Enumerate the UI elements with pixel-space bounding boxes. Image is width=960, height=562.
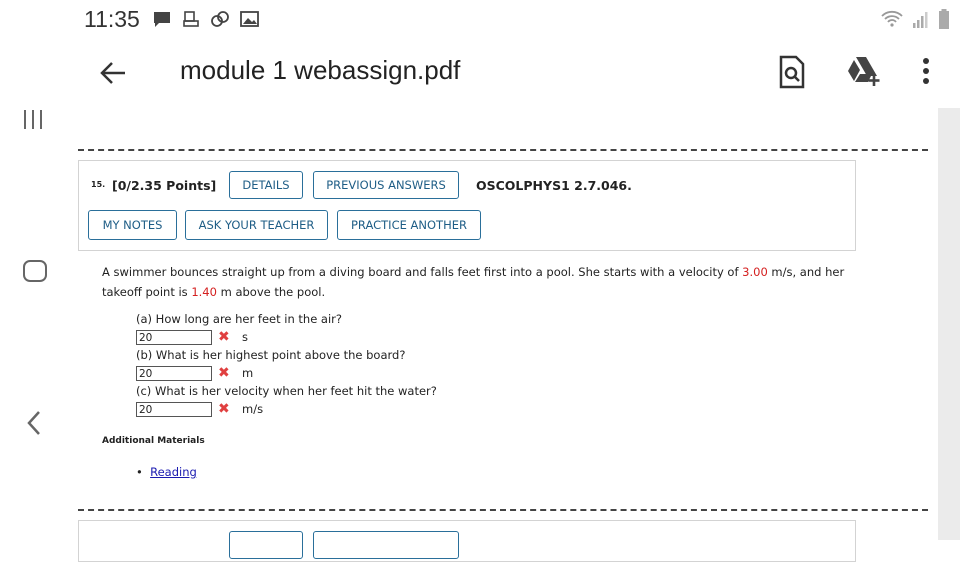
scanner-icon [183,11,199,27]
additional-materials-heading: Additional Materials [102,436,205,446]
drive-add-icon[interactable] [845,55,883,87]
android-nav-bar [0,0,72,540]
scrollbar[interactable] [938,108,960,540]
part-c-answer-field[interactable]: 20 [136,401,212,417]
question-header: 15. [0/2.35 Points] DETAILS PREVIOUS ANS… [78,160,856,251]
question-points: [0/2.35 Points] [112,178,217,193]
velocity-value: 3.00 [742,265,768,279]
home-icon[interactable] [23,260,47,282]
problem-statement: A swimmer bounces straight up from a div… [102,265,845,299]
part-a-answer-field[interactable]: 20 [136,329,212,345]
pdf-document-view[interactable]: 15. [0/2.35 Points] DETAILS PREVIOUS ANS… [72,108,938,562]
reading-list-item: • Reading [136,465,197,479]
status-time: 11:35 [84,6,140,32]
message-icon [154,12,170,27]
link-icon [211,11,229,27]
ask-your-teacher-button[interactable]: ASK YOUR TEACHER [185,210,328,240]
my-notes-button[interactable]: MY NOTES [88,210,177,240]
recents-icon[interactable] [24,110,44,130]
practice-another-button[interactable]: PRACTICE ANOTHER [337,210,481,240]
more-vert-icon[interactable] [922,57,930,85]
part-a-question: (a) How long are her feet in the air? [136,312,343,326]
details-button[interactable]: DETAILS [229,171,303,199]
reading-link[interactable]: Reading [150,465,197,479]
part-b-question: (b) What is her highest point above the … [136,348,406,362]
part-c-unit: m/s [242,402,264,416]
status-bar: 11:35 [72,0,960,40]
part-b-unit: m [242,366,254,380]
next-details-button[interactable] [229,531,303,559]
next-question-header [78,520,856,562]
nav-back-icon[interactable] [26,410,42,436]
back-arrow-icon[interactable] [98,58,128,88]
incorrect-icon: ✖ [218,329,230,345]
wifi-icon [881,10,903,27]
next-previous-answers-button[interactable] [313,531,459,559]
image-icon [240,11,259,27]
signal-icon [913,12,928,28]
question-code: OSCOLPHYS1 2.7.046. [476,178,632,193]
previous-answers-button[interactable]: PREVIOUS ANSWERS [313,171,459,199]
height-value: 1.40 [191,285,217,299]
bullet-icon: • [136,465,143,479]
part-b-answer-field[interactable]: 20 [136,365,212,381]
search-in-document-icon[interactable] [778,55,806,89]
incorrect-icon: ✖ [218,401,230,417]
app-bar: module 1 webassign.pdf [72,40,960,109]
part-a-unit: s [242,330,248,344]
dashed-divider [78,509,928,511]
incorrect-icon: ✖ [218,365,230,381]
battery-icon [939,9,949,29]
question-parts: (a) How long are her feet in the air? 20… [136,310,437,418]
question-number: 15. [91,180,106,189]
part-c-question: (c) What is her velocity when her feet h… [136,384,437,398]
dashed-divider [78,149,928,151]
document-title: module 1 webassign.pdf [180,55,461,85]
